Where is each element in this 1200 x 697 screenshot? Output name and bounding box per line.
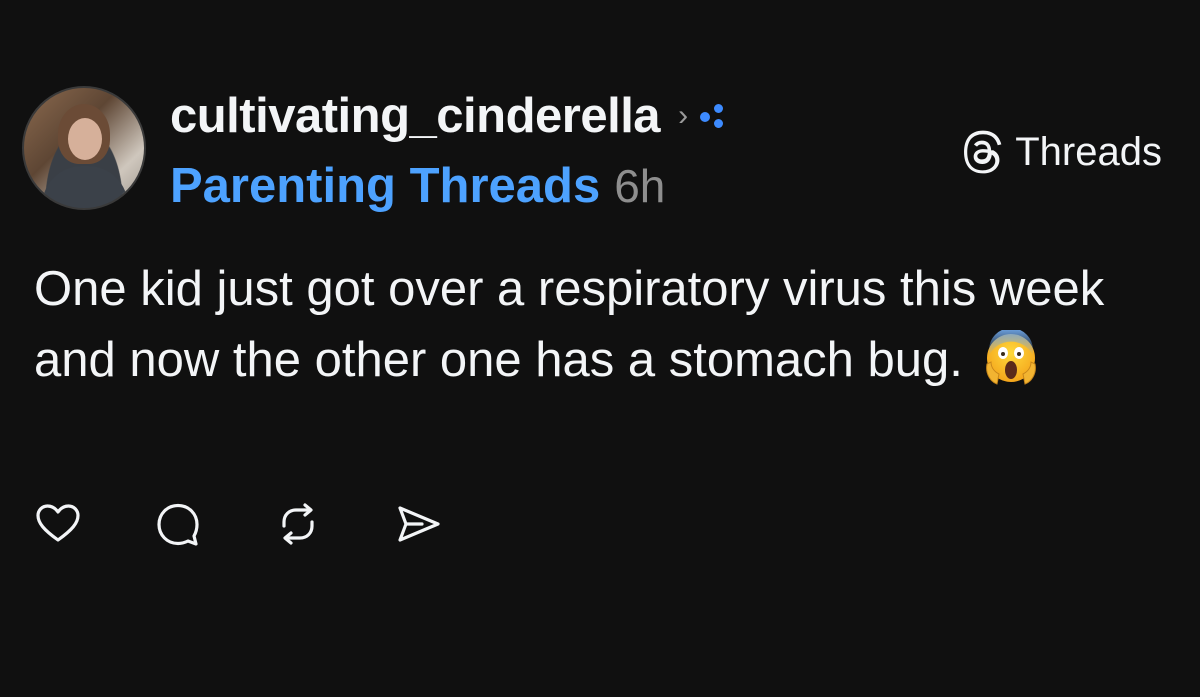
avatar-body (42, 166, 128, 208)
partial-views-count (0, 0, 1200, 8)
community-dots-icon (700, 102, 730, 130)
author-username[interactable]: cultivating_cinderella (170, 88, 661, 144)
comment-icon[interactable] (154, 500, 202, 548)
community-row: Parenting Threads 6h (170, 158, 665, 214)
post-actions (34, 500, 442, 548)
post-body: One kid just got over a respiratory viru… (34, 254, 1144, 396)
send-icon[interactable] (394, 500, 442, 548)
threads-logo-icon (964, 130, 1002, 174)
community-link[interactable]: Parenting Threads (170, 158, 600, 214)
author-row: cultivating_cinderella › (170, 88, 730, 144)
heart-icon[interactable] (34, 500, 82, 548)
screaming-face-emoji (985, 330, 1036, 385)
avatar[interactable] (22, 86, 146, 210)
avatar-face (68, 118, 102, 160)
post-timestamp: 6h (614, 160, 666, 212)
repost-icon[interactable] (274, 500, 322, 548)
threads-brand-label: Threads (1015, 130, 1162, 174)
post-text: One kid just got over a respiratory viru… (34, 262, 1105, 387)
chevron-right-icon: › (678, 99, 689, 132)
threads-brand: Threads (961, 130, 1162, 174)
